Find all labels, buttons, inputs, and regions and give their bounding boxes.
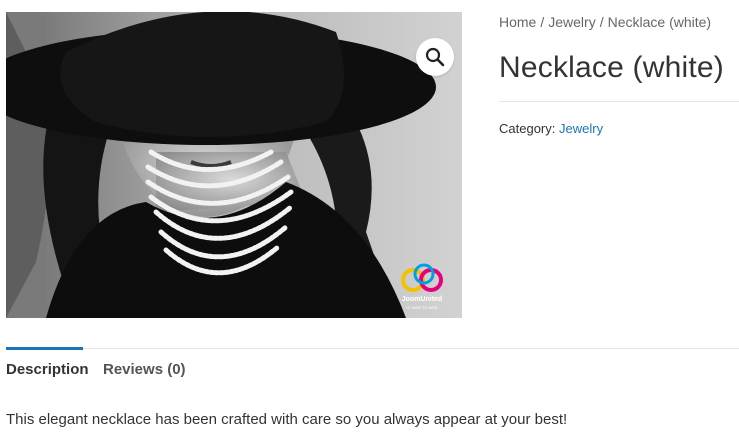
breadcrumb-separator: / [540, 14, 545, 30]
breadcrumb-home[interactable]: Home [499, 14, 536, 30]
active-tab-indicator [6, 347, 83, 350]
magnifier-icon [425, 47, 445, 67]
svg-text:JoomUnited: JoomUnited [402, 296, 442, 303]
breadcrumb-jewelry[interactable]: Jewelry [548, 14, 595, 30]
tab-description[interactable]: Description [6, 361, 89, 378]
category-label: Category: [499, 121, 556, 136]
tab-reviews[interactable]: Reviews (0) [103, 361, 186, 378]
category-link[interactable]: Jewelry [559, 121, 603, 136]
zoom-button[interactable] [416, 38, 454, 76]
svg-text:IO WEB TO WEB: IO WEB TO WEB [406, 305, 438, 310]
divider [499, 101, 739, 102]
product-category: Category: Jewelry [499, 121, 603, 136]
description-text: This elegant necklace has been crafted w… [6, 411, 568, 428]
product-title: Necklace (white) [499, 51, 724, 84]
breadcrumb-current: Necklace (white) [607, 14, 712, 30]
product-photo: JoomUnited IO WEB TO WEB [6, 12, 462, 318]
breadcrumb-separator: / [599, 14, 604, 30]
breadcrumb: Home / Jewelry / Necklace (white) [499, 14, 711, 30]
product-image[interactable]: JoomUnited IO WEB TO WEB [6, 12, 462, 318]
tabs-divider [6, 348, 739, 349]
